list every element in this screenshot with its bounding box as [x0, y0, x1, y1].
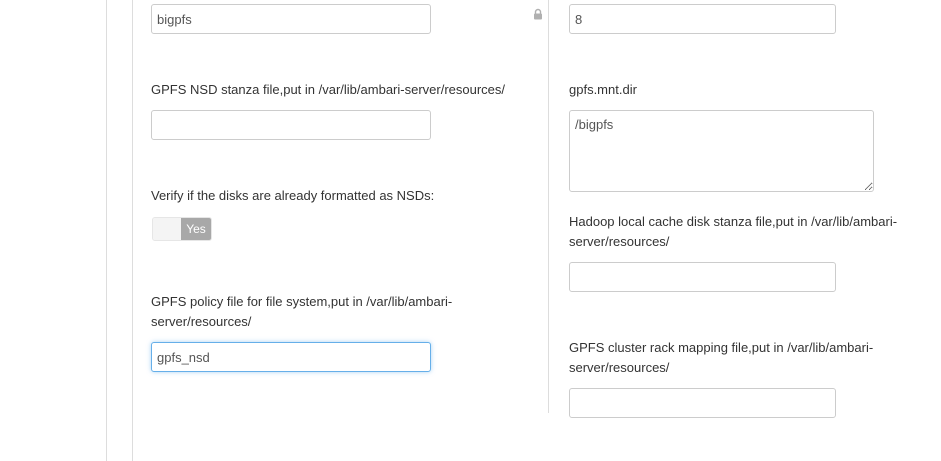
outer-border-line [106, 0, 107, 461]
lock-icon[interactable] [532, 8, 544, 20]
mnt-dir-label: gpfs.mnt.dir [569, 82, 637, 97]
policy-file-input[interactable] [151, 342, 431, 372]
top-right-input[interactable] [569, 4, 836, 34]
panel-border-line [132, 0, 133, 461]
policy-file-label-line2: server/resources/ [151, 314, 252, 329]
hadoop-cache-label-line2: server/resources/ [569, 234, 670, 249]
hadoop-cache-input[interactable] [569, 262, 836, 292]
hadoop-cache-label-line1: Hadoop local cache disk stanza file,put … [569, 214, 898, 229]
rack-mapping-label-line1: GPFS cluster rack mapping file,put in /v… [569, 340, 874, 355]
policy-file-label-line1: GPFS policy file for file system,put in … [151, 294, 453, 309]
toggle-knob [153, 218, 183, 240]
nsd-stanza-label: GPFS NSD stanza file,put in /var/lib/amb… [151, 82, 506, 97]
verify-disks-toggle[interactable]: Yes [152, 217, 212, 241]
rack-mapping-label-line2: server/resources/ [569, 360, 670, 375]
filesystem-name-input[interactable] [151, 4, 431, 34]
verify-disks-label: Verify if the disks are already formatte… [151, 188, 435, 203]
toggle-yes-label: Yes [181, 218, 211, 240]
nsd-stanza-input[interactable] [151, 110, 431, 140]
mnt-dir-textarea[interactable]: /bigpfs [569, 110, 874, 192]
rack-mapping-input[interactable] [569, 388, 836, 418]
column-divider [548, 0, 549, 413]
